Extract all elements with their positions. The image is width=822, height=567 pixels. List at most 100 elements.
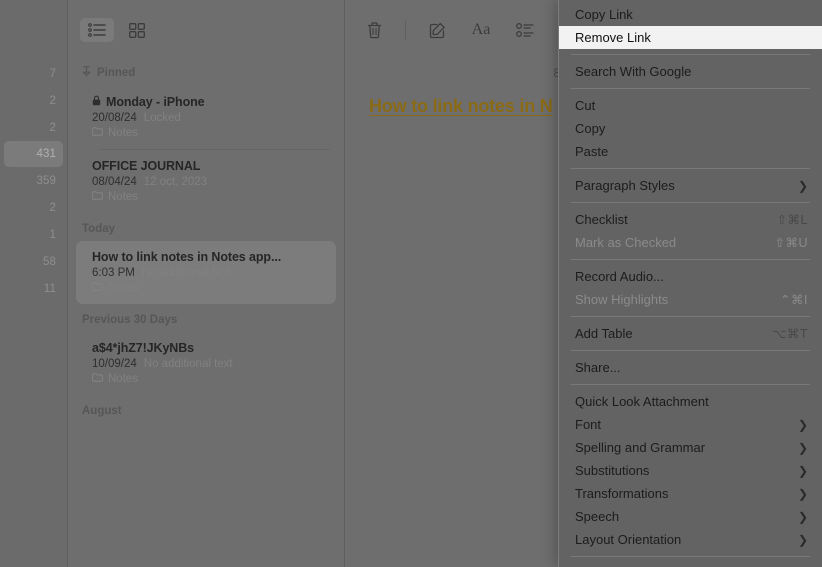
menu-item-label: Font	[575, 417, 602, 432]
notes-app-screenshot: 7 2 2 431 359 2 1 58 11 Pinned Monday - …	[0, 0, 822, 567]
delete-button[interactable]	[361, 18, 387, 42]
notes-group-title: August	[82, 405, 122, 417]
note-list-item[interactable]: OFFICE JOURNAL 08/04/24 12 oct, 2023 Notes	[76, 150, 336, 213]
menu-item-label: Checklist	[575, 212, 628, 227]
gallery-view-button[interactable]	[120, 18, 154, 42]
menu-item-shortcut: ⇧⌘U	[774, 236, 808, 250]
folder-count-row[interactable]: 11	[0, 275, 67, 302]
folder-count-row[interactable]: 7	[0, 60, 67, 87]
folder-count-value: 359	[36, 174, 56, 187]
notes-group-header: Previous 30 Days	[68, 304, 344, 332]
menu-item-label: Cut	[575, 98, 596, 113]
checklist-button[interactable]	[512, 18, 538, 42]
pin-icon	[82, 66, 91, 80]
menu-item[interactable]: Paste	[559, 140, 822, 163]
menu-item[interactable]: Font ❯	[559, 413, 822, 436]
menu-item[interactable]: Copy	[559, 117, 822, 140]
menu-item[interactable]: Transformations ❯	[559, 482, 822, 505]
menu-item-label: Remove Link	[575, 30, 651, 45]
menu-item[interactable]: Share...	[559, 356, 822, 379]
menu-item-label: Paragraph Styles	[575, 178, 675, 193]
folder-icon	[92, 191, 103, 200]
menu-item-label: Substitutions	[575, 463, 650, 478]
menu-separator	[571, 384, 810, 385]
note-item-preview: Locked	[143, 112, 181, 124]
menu-item-label: Search With Google	[575, 64, 692, 79]
notes-group-header: August	[68, 395, 344, 423]
menu-item[interactable]: Quick Look Attachment	[559, 390, 822, 413]
folder-count-row[interactable]: 2	[0, 194, 67, 221]
note-item-preview: No additional text	[141, 267, 231, 279]
note-list-item[interactable]: Monday - iPhone 20/08/24 Locked Notes	[76, 86, 336, 149]
menu-separator	[571, 88, 810, 89]
notes-group-title: Today	[82, 223, 116, 235]
folder-count-row[interactable]: 58	[0, 248, 67, 275]
folder-icon	[92, 282, 103, 291]
menu-item[interactable]: Add Table ⌥⌘T	[559, 322, 822, 345]
lock-icon	[92, 95, 101, 109]
toolbar-separator	[405, 20, 406, 40]
folder-count-value: 431	[36, 148, 56, 160]
note-list-item[interactable]: How to link notes in Notes app... 6:03 PM…	[76, 241, 336, 304]
new-note-button[interactable]	[424, 18, 450, 42]
notes-group-header: Pinned	[68, 60, 344, 86]
menu-item[interactable]: Checklist ⇧⌘L	[559, 208, 822, 231]
menu-item-shortcut: ⌃⌘I	[780, 293, 808, 307]
menu-separator	[571, 54, 810, 55]
note-item-folder: Notes	[92, 282, 324, 294]
note-title-link[interactable]: How to link notes in N	[369, 96, 553, 116]
folder-count-row[interactable]: 431	[4, 141, 63, 167]
folder-icon	[92, 373, 103, 385]
menu-item-label: Show Highlights	[575, 292, 669, 307]
format-button[interactable]: Aa	[468, 18, 494, 42]
menu-item[interactable]: Copy Link	[559, 3, 822, 26]
menu-item[interactable]: Record Audio...	[559, 265, 822, 288]
menu-item[interactable]: Remove Link	[559, 26, 822, 49]
folder-icon	[92, 373, 103, 382]
note-item-meta: 20/08/24 Locked	[92, 112, 324, 124]
chevron-right-icon: ❯	[797, 509, 808, 524]
note-list-item[interactable]: a$4*jhZ7!JKyNBs 10/09/24 No additional tex…	[76, 332, 336, 395]
menu-item-label: Mark as Checked	[575, 235, 677, 250]
list-view-button[interactable]	[80, 18, 114, 42]
note-item-folder: Notes	[92, 373, 324, 385]
menu-item[interactable]: Spelling and Grammar ❯	[559, 436, 822, 459]
menu-item[interactable]: Substitutions ❯	[559, 459, 822, 482]
menu-item-label: Add Table	[575, 326, 633, 341]
context-menu[interactable]: Copy Link Remove Link Search With Google Cu…	[558, 0, 822, 567]
menu-separator	[571, 202, 810, 203]
folder-icon	[92, 191, 103, 203]
folder-sidebar[interactable]: 7 2 2 431 359 2 1 58 11	[0, 0, 68, 567]
menu-separator	[571, 556, 810, 557]
menu-item[interactable]: Speech ❯	[559, 505, 822, 528]
folder-icon	[92, 127, 103, 136]
menu-item-label: Record Audio...	[575, 269, 664, 284]
menu-item-label: Quick Look Attachment	[575, 394, 709, 409]
note-item-title: a$4*jhZ7!JKyNBs	[92, 341, 195, 355]
note-item-title: Monday - iPhone	[106, 95, 205, 109]
folder-count-row[interactable]: 359	[0, 167, 67, 194]
trash-icon	[367, 21, 381, 38]
note-item-title-row: a$4*jhZ7!JKyNBs	[92, 341, 324, 355]
menu-separator	[571, 259, 810, 260]
menu-item[interactable]: Layout Orientation ❯	[559, 528, 822, 551]
folder-count-row[interactable]: 2	[0, 114, 67, 141]
note-item-date: 10/09/24	[92, 358, 137, 370]
menu-item-label: Spelling and Grammar	[575, 440, 706, 455]
folder-count-row[interactable]: 2	[0, 87, 67, 114]
menu-item[interactable]: Search With Google	[559, 60, 822, 83]
note-item-folder: Notes	[92, 191, 324, 203]
notes-list[interactable]: Pinned Monday - iPhone 20/08/24 Locked Notes…	[68, 60, 344, 423]
note-item-title: How to link notes in Notes app...	[92, 250, 282, 264]
compose-icon	[429, 22, 445, 38]
chevron-right-icon: ❯	[797, 178, 808, 193]
chevron-right-icon: ❯	[797, 440, 808, 455]
menu-item[interactable]: Paragraph Styles ❯	[559, 174, 822, 197]
note-item-title: OFFICE JOURNAL	[92, 159, 201, 173]
lock-icon	[92, 95, 101, 106]
note-item-meta: 6:03 PM No additional text	[92, 267, 324, 279]
menu-item[interactable]: Cut	[559, 94, 822, 117]
folder-count-row[interactable]: 1	[0, 221, 67, 248]
menu-item: Show Highlights ⌃⌘I	[559, 288, 822, 311]
folder-count-value: 7	[49, 67, 56, 80]
